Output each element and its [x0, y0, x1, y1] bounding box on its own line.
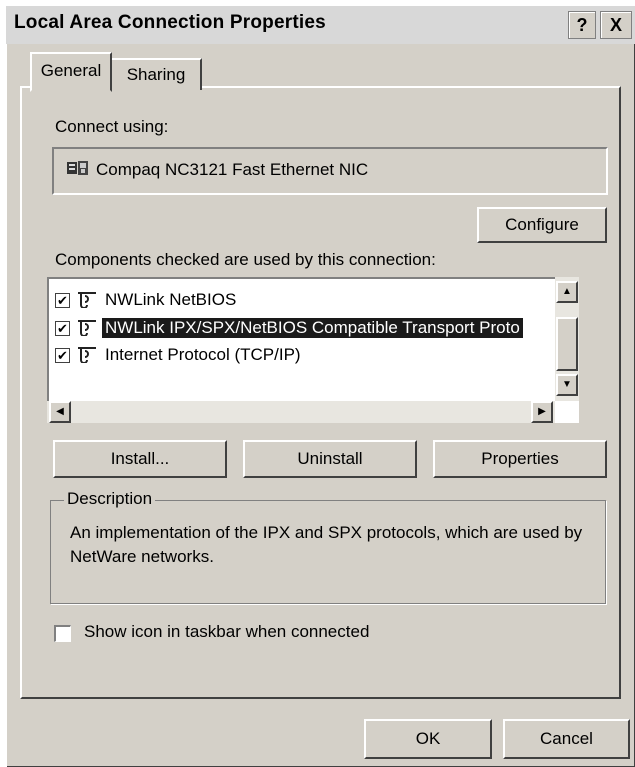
adapter-name: Compaq NC3121 Fast Ethernet NIC	[96, 160, 369, 179]
scroll-thumb[interactable]	[556, 317, 578, 371]
close-button[interactable]: X	[600, 11, 632, 39]
show-icon-checkbox[interactable]	[54, 625, 71, 642]
tab-sharing[interactable]: Sharing	[110, 58, 202, 90]
install-button[interactable]: Install...	[53, 440, 227, 478]
adapter-box: Compaq NC3121 Fast Ethernet NIC	[52, 147, 608, 195]
components-label: Components checked are used by this conn…	[55, 250, 436, 269]
ok-button[interactable]: OK	[364, 719, 492, 759]
tab-general[interactable]: General	[30, 52, 112, 92]
tab-general-label: General	[40, 61, 102, 80]
description-text: An implementation of the IPX and SPX pro…	[70, 523, 583, 566]
protocol-icon	[75, 290, 99, 313]
list-item[interactable]: ✔ NWLink NetBIOS	[55, 289, 555, 315]
component-checkbox[interactable]: ✔	[55, 348, 70, 363]
window-title: Local Area Connection Properties	[14, 12, 326, 33]
list-item[interactable]: ✔ Internet Protocol (TCP/IP)	[55, 344, 555, 370]
scroll-up-icon[interactable]: ▲	[556, 281, 578, 303]
configure-button[interactable]: Configure	[477, 207, 607, 243]
vertical-scrollbar[interactable]: ▲ ▼	[555, 277, 579, 401]
properties-button[interactable]: Properties	[433, 440, 607, 478]
connect-using-label: Connect using:	[55, 117, 169, 136]
show-icon-label: Show icon in taskbar when connected	[84, 622, 370, 641]
component-checkbox[interactable]: ✔	[55, 321, 70, 336]
scroll-left-icon[interactable]: ◀	[49, 401, 71, 423]
description-title: Description	[64, 489, 156, 509]
component-checkbox[interactable]: ✔	[55, 293, 70, 308]
network-card-icon	[66, 159, 90, 177]
protocol-icon	[75, 318, 99, 341]
horizontal-scrollbar[interactable]: ◀ ▶	[47, 401, 555, 423]
cancel-button[interactable]: Cancel	[503, 719, 630, 759]
component-name: Internet Protocol (TCP/IP)	[105, 345, 301, 364]
scroll-right-icon[interactable]: ▶	[531, 401, 553, 423]
scroll-down-icon[interactable]: ▼	[556, 374, 578, 396]
component-name-selected: NWLink IPX/SPX/NetBIOS Compatible Transp…	[102, 318, 523, 338]
component-name: NWLink NetBIOS	[105, 290, 237, 309]
tab-sharing-label: Sharing	[126, 65, 186, 84]
list-item[interactable]: ✔ NWLink IPX/SPX/NetBIOS Compatible Tran…	[55, 317, 575, 343]
title-bar: Local Area Connection Properties ? X	[6, 6, 635, 44]
help-button[interactable]: ?	[568, 11, 596, 39]
uninstall-button[interactable]: Uninstall	[243, 440, 417, 478]
protocol-icon	[75, 345, 99, 368]
